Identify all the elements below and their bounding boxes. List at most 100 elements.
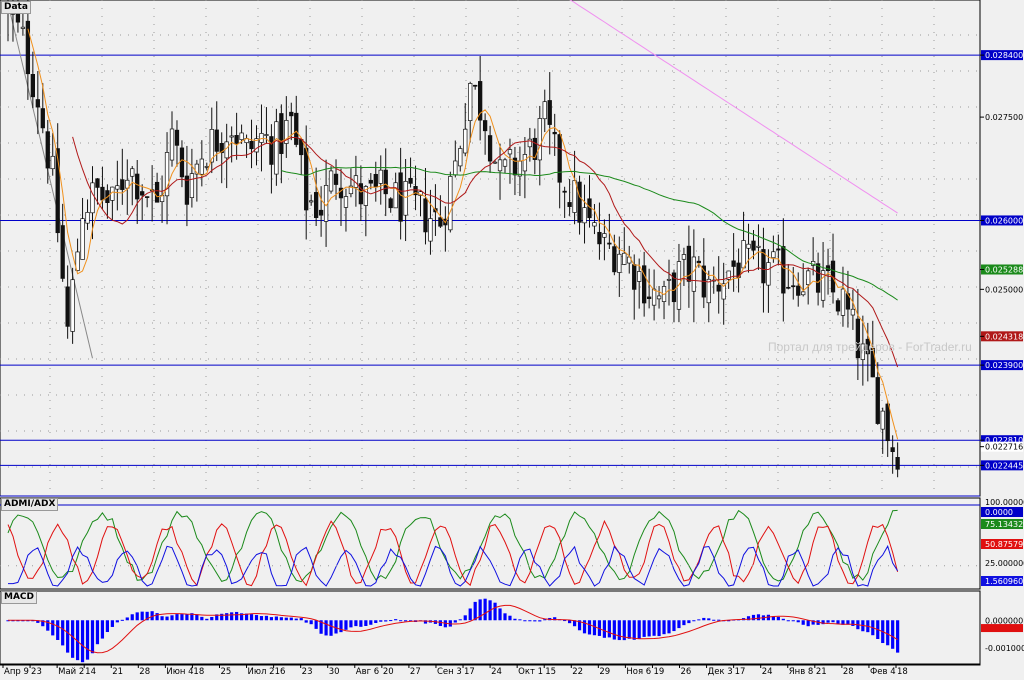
candle-body xyxy=(373,173,378,188)
candle-body xyxy=(199,158,204,175)
x-tick-label: 24 xyxy=(491,667,502,676)
candle-body xyxy=(756,245,761,248)
candle-body xyxy=(453,160,458,176)
candle-body xyxy=(60,225,65,279)
candle-body xyxy=(140,191,145,196)
macd-hist-bar xyxy=(170,615,174,621)
macd-hist-bar xyxy=(354,620,358,627)
x-tick-label: Июл 2 xyxy=(248,667,275,676)
macd-hist-bar xyxy=(324,620,328,636)
candle-body xyxy=(239,132,244,140)
candle-body xyxy=(791,285,796,288)
candle-body xyxy=(806,270,811,285)
macd-hist-bar xyxy=(503,613,507,621)
x-tick-label: 18 xyxy=(897,667,908,676)
admi-tick-label: 50.875792 xyxy=(985,540,1024,549)
candle-body xyxy=(174,129,180,146)
macd-hist-bar xyxy=(756,614,761,621)
macd-hist-bar xyxy=(886,620,890,646)
candle-body xyxy=(577,181,582,223)
candle-body xyxy=(313,192,319,219)
candle-body xyxy=(612,246,617,273)
admi-tick-label: 75.134320 xyxy=(985,520,1024,529)
macd-hist-bar xyxy=(155,613,159,621)
candle-body xyxy=(552,131,557,135)
candle-body xyxy=(771,251,776,259)
macd-hist-bar xyxy=(95,620,100,645)
candle-body xyxy=(507,149,513,155)
candle-body xyxy=(333,173,339,185)
x-tick-label: Апр 9 xyxy=(4,667,29,676)
macd-hist-bar xyxy=(51,620,55,636)
candle-body xyxy=(592,222,597,227)
candle-body xyxy=(458,148,463,167)
y-tick-label: 0.023900 xyxy=(985,361,1023,370)
candle-body xyxy=(428,218,433,242)
candle-body xyxy=(880,410,885,430)
candle-body xyxy=(383,169,388,195)
macd-hist-bar xyxy=(602,620,606,638)
y-tick-label: 0.022445 xyxy=(985,461,1023,470)
candle-body xyxy=(318,209,324,216)
macd-hist-bar xyxy=(776,616,780,621)
macd-hist-bar xyxy=(682,620,686,626)
admi-tick-label: 25.000000 xyxy=(985,559,1024,568)
macd-hist-bar xyxy=(463,615,467,621)
macd-hist-bar xyxy=(339,620,343,633)
macd-hist-bar xyxy=(796,620,800,623)
candle-body xyxy=(468,83,473,121)
candle-body xyxy=(85,212,90,224)
macd-hist-bar xyxy=(518,619,522,621)
macd-hist-bar xyxy=(498,608,502,621)
macd-hist-bar xyxy=(493,602,497,621)
macd-hist-bar xyxy=(105,620,109,633)
macd-hist-bar xyxy=(831,620,835,623)
macd-hist-bar xyxy=(642,620,646,637)
macd-hist-bar xyxy=(404,620,408,622)
macd-hist-bar xyxy=(230,612,234,621)
candle-body xyxy=(492,161,498,164)
macd-hist-bar xyxy=(657,620,661,637)
candle-body xyxy=(100,186,105,201)
candle-body xyxy=(850,308,856,316)
candle-body xyxy=(249,140,254,150)
x-tick-label: 24 xyxy=(762,667,773,676)
admi-panel-frame xyxy=(0,497,981,590)
candle-body xyxy=(408,177,413,184)
x-tick-label: 21 xyxy=(112,667,123,676)
macd-hist-bar xyxy=(826,620,830,623)
candle-body xyxy=(50,155,55,170)
candle-body xyxy=(90,182,95,214)
candle-body xyxy=(751,240,756,251)
candle-body xyxy=(637,271,642,282)
macd-hist-bar xyxy=(702,617,706,621)
x-tick-label: 16 xyxy=(275,667,286,676)
macd-hist-bar xyxy=(205,618,209,621)
candle-body xyxy=(522,154,528,172)
x-tick-label: 28 xyxy=(139,667,150,676)
macd-hist-bar xyxy=(259,616,264,621)
candle-body xyxy=(890,447,895,453)
macd-hist-bar xyxy=(374,620,378,624)
candle-body xyxy=(368,179,373,184)
candle-body xyxy=(656,295,662,300)
macd-hist-bar xyxy=(592,620,597,636)
macd-hist-bar xyxy=(235,611,239,621)
candle-body xyxy=(229,135,234,138)
macd-hist-bar xyxy=(453,620,457,623)
candle-body xyxy=(651,288,657,306)
candle-body xyxy=(632,264,637,290)
candle-body xyxy=(135,173,140,200)
candle-body xyxy=(895,457,900,470)
candle-body xyxy=(766,262,771,286)
candle-body xyxy=(169,128,175,161)
candle-body xyxy=(487,135,493,162)
candle-body xyxy=(482,120,488,132)
y-tick-label: 0.025288 xyxy=(985,265,1023,274)
macd-hist-bar xyxy=(135,612,139,621)
macd-hist-bar xyxy=(274,616,278,621)
candle-body xyxy=(289,111,294,117)
macd-hist-bar xyxy=(80,620,85,663)
macd-hist-bar xyxy=(612,620,616,640)
macd-hist-bar xyxy=(672,620,676,632)
